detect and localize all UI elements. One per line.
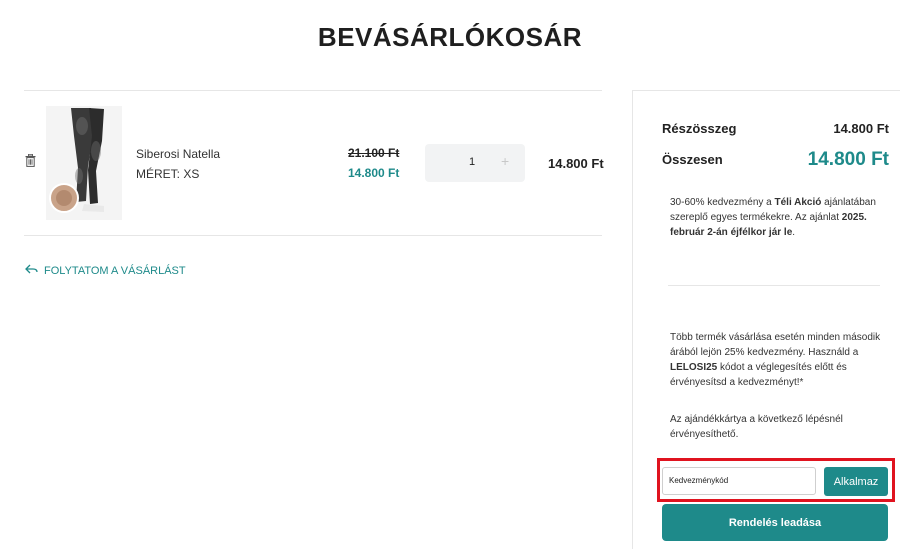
total-label: Összesen	[662, 152, 723, 167]
back-arrow-icon	[25, 264, 38, 277]
original-price: 21.100 Ft	[348, 146, 400, 160]
line-total: 14.800 Ft	[548, 156, 604, 171]
total-value: 14.800 Ft	[807, 149, 889, 170]
multi-buy-promo-text: Több termék vásárlása esetén minden máso…	[670, 332, 881, 388]
cart-divider-top	[24, 90, 602, 91]
cart-divider-bottom	[24, 235, 602, 236]
sale-price: 14.800 Ft	[348, 166, 400, 180]
coupon-section: Kedvezménykód Alkalmaz	[657, 458, 895, 502]
subtotal-value: 14.800 Ft	[833, 121, 889, 136]
page-title: BEVÁSÁRLÓKOSÁR	[317, 22, 583, 52]
continue-shopping-link[interactable]: FOLYTATOM A VÁSÁRLÁST	[25, 264, 186, 277]
product-name[interactable]: Siberosi Natella	[136, 147, 220, 161]
quantity-stepper[interactable]: 1 +	[425, 144, 525, 182]
gift-card-note: Az ajándékkártya a következő lépésnél ér…	[670, 414, 843, 440]
coupon-code-input[interactable]: Kedvezménykód	[662, 467, 816, 495]
continue-shopping-label: FOLYTATOM A VÁSÁRLÁST	[44, 264, 186, 277]
plus-icon[interactable]: +	[501, 153, 509, 169]
subtotal-label: Részösszeg	[662, 121, 737, 136]
winter-sale-promo-text: 30-60% kedvezmény a Téli Akció ajánlatáb…	[670, 197, 876, 238]
quantity-value[interactable]: 1	[469, 156, 475, 168]
product-image[interactable]	[46, 106, 122, 220]
promo-divider	[668, 285, 880, 286]
place-order-button[interactable]: Rendelés leadása	[662, 504, 888, 541]
apply-coupon-button[interactable]: Alkalmaz	[824, 467, 888, 496]
product-size: MÉRET: XS	[136, 167, 200, 181]
trash-icon[interactable]	[25, 153, 36, 167]
